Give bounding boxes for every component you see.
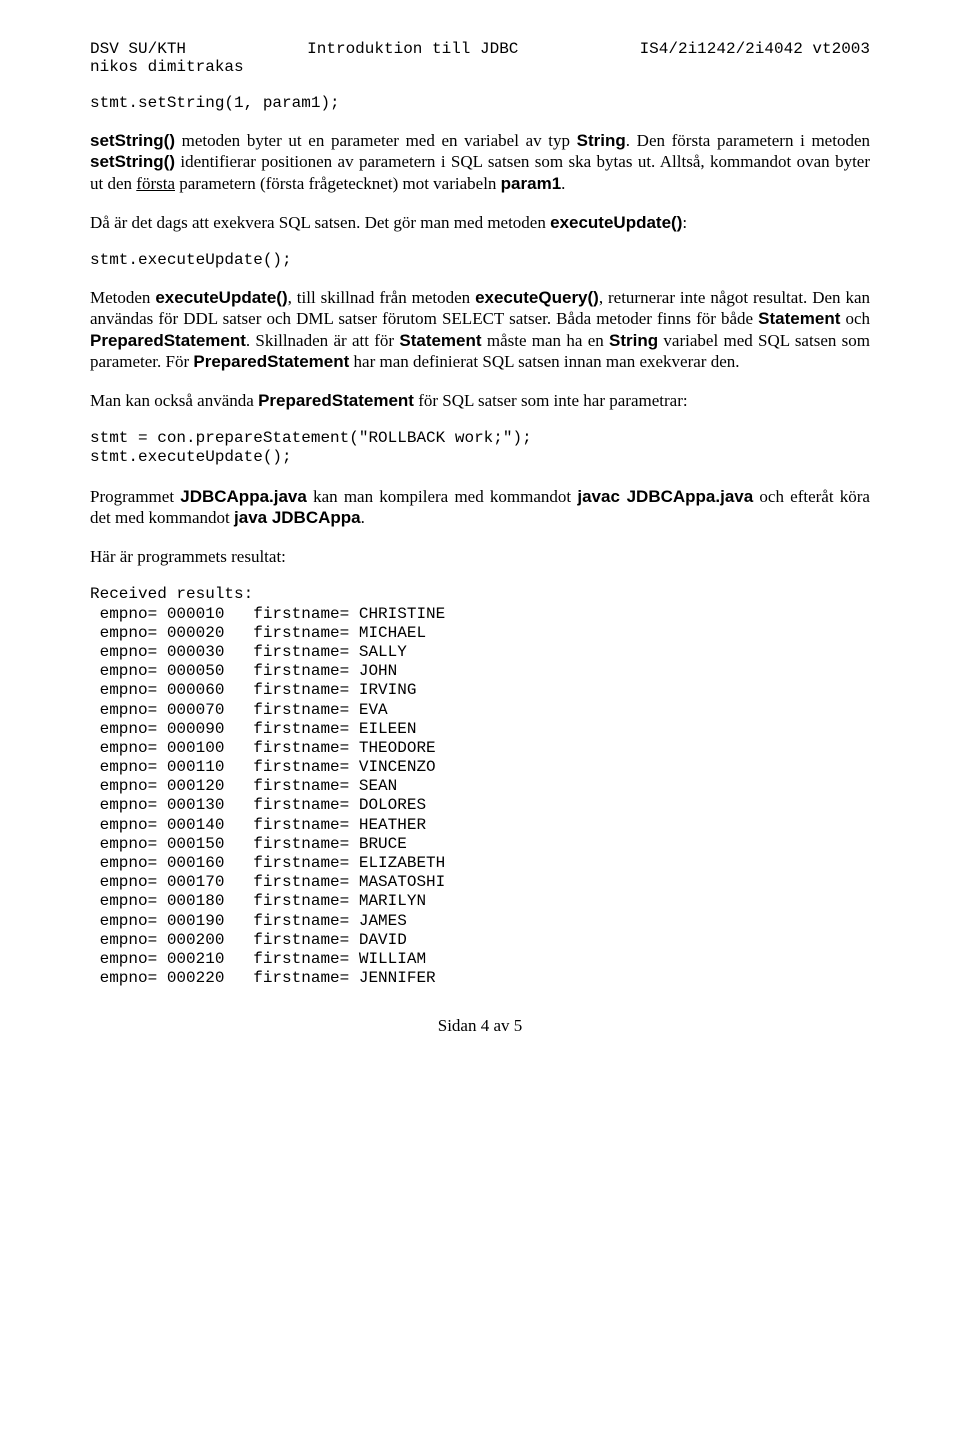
para-1-setstring2: setString() [90, 152, 175, 171]
results-row: empno= 000020 firstname= MICHAEL [90, 624, 870, 643]
para-3: Metoden executeUpdate(), till skillnad f… [90, 287, 870, 372]
header-left: DSV SU/KTH [90, 40, 186, 58]
para-3-t5: . Skillnaden är att för [246, 331, 399, 350]
para-3-executeupdate: executeUpdate() [155, 288, 287, 307]
para-1-string: String [577, 131, 626, 150]
results-row: empno= 000220 firstname= JENNIFER [90, 969, 870, 988]
code-line-1: stmt.setString(1, param1); [90, 94, 870, 112]
para-5-cmd1: javac JDBCAppa.java [577, 487, 753, 506]
para-5-t1: Programmet [90, 487, 180, 506]
page-header: DSV SU/KTH Introduktion till JDBC IS4/2i… [90, 40, 870, 58]
results-row: empno= 000090 firstname= EILEEN [90, 720, 870, 739]
para-3-executequery: executeQuery() [475, 288, 599, 307]
para-5-t2: kan man kompilera med kommandot [307, 487, 578, 506]
para-2: Då är det dags att exekvera SQL satsen. … [90, 212, 870, 233]
para-5: Programmet JDBCAppa.java kan man kompile… [90, 486, 870, 529]
results-row: empno= 000120 firstname= SEAN [90, 777, 870, 796]
para-2-t2: : [682, 213, 687, 232]
results-row: empno= 000060 firstname= IRVING [90, 681, 870, 700]
para-1: setString() metoden byter ut en paramete… [90, 130, 870, 194]
results-row: empno= 000100 firstname= THEODORE [90, 739, 870, 758]
para-3-t6: måste man ha en [482, 331, 609, 350]
results-row: empno= 000030 firstname= SALLY [90, 643, 870, 662]
results-row: empno= 000210 firstname= WILLIAM [90, 950, 870, 969]
para-3-t1: Metoden [90, 288, 155, 307]
para-1-t4: parametern (första frågetecknet) mot var… [175, 174, 501, 193]
para-3-preparedstatement2: PreparedStatement [193, 352, 349, 371]
header-sub: nikos dimitrakas [90, 58, 870, 76]
para-3-t2: , till skillnad från metoden [288, 288, 475, 307]
results-row: empno= 000150 firstname= BRUCE [90, 835, 870, 854]
para-1-t1: metoden byter ut en parameter med en var… [175, 131, 577, 150]
header-center: Introduktion till JDBC [307, 40, 518, 58]
para-3-t8: har man definierat SQL satsen innan man … [349, 352, 739, 371]
para-4-t1: Man kan också använda [90, 391, 258, 410]
document-page: DSV SU/KTH Introduktion till JDBC IS4/2i… [0, 0, 960, 1076]
para-1-param1: param1 [501, 174, 561, 193]
para-5-file: JDBCAppa.java [180, 487, 307, 506]
code-line-2: stmt.executeUpdate(); [90, 251, 870, 269]
para-3-statement: Statement [758, 309, 840, 328]
para-5-t4: . [361, 508, 365, 527]
results-list: empno= 000010 firstname= CHRISTINE empno… [90, 605, 870, 989]
para-1-t2: . Den första parametern i metoden [626, 131, 870, 150]
para-1-t5: . [561, 174, 565, 193]
results-row: empno= 000130 firstname= DOLORES [90, 796, 870, 815]
results-row: empno= 000010 firstname= CHRISTINE [90, 605, 870, 624]
results-header: Received results: [90, 585, 870, 604]
para-4: Man kan också använda PreparedStatement … [90, 390, 870, 411]
results-row: empno= 000070 firstname= EVA [90, 701, 870, 720]
results-row: empno= 000110 firstname= VINCENZO [90, 758, 870, 777]
para-3-preparedstatement: PreparedStatement [90, 331, 246, 350]
para-4-preparedstatement: PreparedStatement [258, 391, 414, 410]
results-row: empno= 000160 firstname= ELIZABETH [90, 854, 870, 873]
para-4-t2: för SQL satser som inte har parametrar: [414, 391, 688, 410]
para-1-first: första [136, 174, 175, 193]
para-2-executeupdate: executeUpdate() [550, 213, 682, 232]
results-row: empno= 000190 firstname= JAMES [90, 912, 870, 931]
header-right: IS4/2i1242/2i4042 vt2003 [640, 40, 870, 58]
para-2-t1: Då är det dags att exekvera SQL satsen. … [90, 213, 550, 232]
para-6: Här är programmets resultat: [90, 546, 870, 567]
results-row: empno= 000140 firstname= HEATHER [90, 816, 870, 835]
para-3-statement2: Statement [399, 331, 481, 350]
para-3-t4: och [840, 309, 870, 328]
results-row: empno= 000200 firstname= DAVID [90, 931, 870, 950]
results-row: empno= 000050 firstname= JOHN [90, 662, 870, 681]
para-3-string: String [609, 331, 658, 350]
results-row: empno= 000180 firstname= MARILYN [90, 892, 870, 911]
code-block-3: stmt = con.prepareStatement("ROLLBACK wo… [90, 429, 870, 467]
para-1-setstring: setString() [90, 131, 175, 150]
results-row: empno= 000170 firstname= MASATOSHI [90, 873, 870, 892]
para-5-cmd2: java JDBCAppa [234, 508, 361, 527]
page-footer: Sidan 4 av 5 [90, 1016, 870, 1036]
